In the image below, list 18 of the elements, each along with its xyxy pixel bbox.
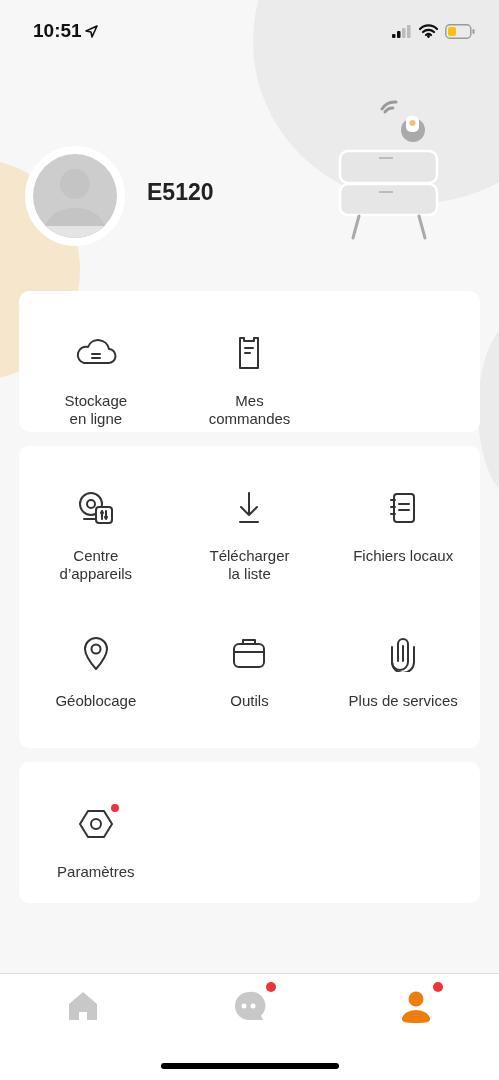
menu-item[interactable]: Géoblocage: [19, 633, 173, 710]
menu-item[interactable]: Centre d’appareils: [19, 488, 173, 583]
menu-item[interactable]: Plus de services: [326, 633, 480, 710]
user-name: E5120: [147, 179, 214, 206]
location-arrow-icon: [84, 24, 98, 38]
clock-time: 10:51: [33, 20, 82, 42]
briefcase-icon: [231, 636, 268, 670]
wifi-icon: [419, 24, 438, 38]
signal-icon: [392, 24, 412, 38]
menu-item[interactable]: Mes commandes: [172, 333, 327, 428]
menu-item[interactable]: Paramètres: [19, 804, 173, 881]
menu-item[interactable]: Télécharger la liste: [172, 488, 327, 583]
chat-bubble-icon: [232, 990, 267, 1022]
menu-item[interactable]: Outils: [172, 633, 327, 710]
menu-item[interactable]: Stockage en ligne: [19, 333, 173, 428]
hexagon-settings-icon: [76, 807, 115, 841]
menu-item[interactable]: Fichiers locaux: [326, 488, 480, 583]
battery-icon: [445, 23, 475, 39]
